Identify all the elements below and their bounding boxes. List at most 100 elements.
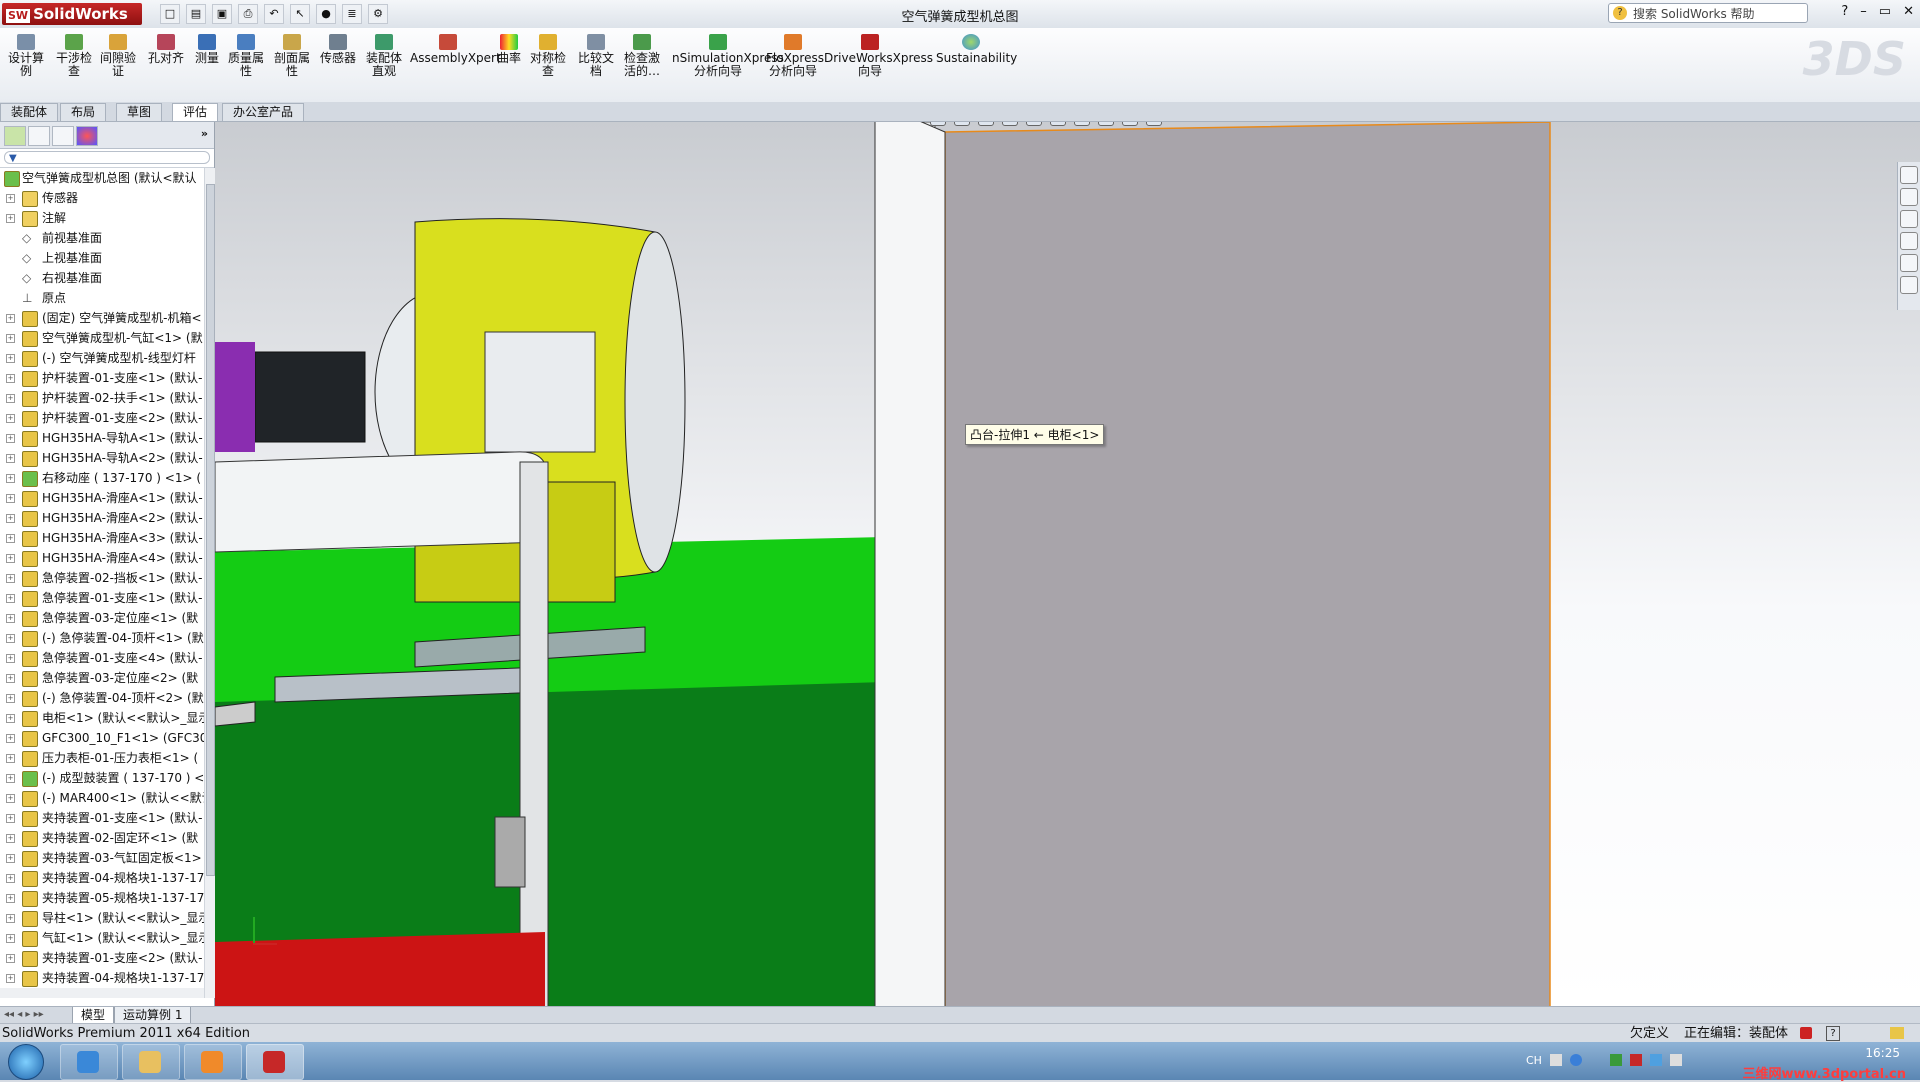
solidworks-resources-icon[interactable] [1900, 166, 1918, 184]
tree-item[interactable]: + 急停装置-01-支座<4> (默认- [0, 648, 204, 668]
expand-toggle-icon[interactable]: + [6, 794, 15, 803]
tree-item[interactable]: + HGH35HA-导轨A<1> (默认- [0, 428, 204, 448]
tab-motion-study-1[interactable]: 运动算例 1 [114, 1007, 192, 1024]
language-indicator[interactable]: CH [1526, 1054, 1542, 1067]
taskbar-file-explorer[interactable] [122, 1044, 180, 1080]
expand-toggle-icon[interactable]: + [6, 934, 15, 943]
tree-item[interactable]: + HGH35HA-滑座A<3> (默认- [0, 528, 204, 548]
tree-item[interactable]: + 夹持装置-01-支座<2> (默认- [0, 948, 204, 968]
tree-item[interactable]: + HGH35HA-滑座A<2> (默认- [0, 508, 204, 528]
custom-properties-icon[interactable] [1900, 276, 1918, 294]
graphics-viewport[interactable]: – ▭ ✕ 凸台-拉伸1 ← 电柜<1> [215, 122, 1920, 1006]
expand-toggle-icon[interactable]: + [6, 334, 15, 343]
view-orientation-icon[interactable] [1026, 122, 1042, 126]
hide-show-icon[interactable] [1074, 122, 1090, 126]
tree-item[interactable]: +◇右视基准面 [0, 268, 204, 288]
expand-toggle-icon[interactable]: + [6, 674, 15, 683]
symmetry-check-button[interactable]: 对称检查 [528, 34, 568, 78]
tree-item[interactable]: + 护杆装置-02-扶手<1> (默认- [0, 388, 204, 408]
tree-item[interactable]: + HGH35HA-导轨A<2> (默认- [0, 448, 204, 468]
tab-model[interactable]: 模型 [72, 1007, 115, 1024]
restore-button[interactable]: ▭ [1879, 4, 1891, 19]
expand-toggle-icon[interactable]: + [6, 634, 15, 643]
tree-item[interactable]: + (-) 急停装置-04-顶杆<1> (默 [0, 628, 204, 648]
tab-office-products[interactable]: 办公室产品 [222, 103, 305, 121]
tree-item[interactable]: + 传感器 [0, 188, 204, 208]
expand-toggle-icon[interactable]: + [6, 214, 15, 223]
tree-item[interactable]: + 气缸<1> (默认<<默认>_显示 [0, 928, 204, 948]
minimize-button[interactable]: – [1860, 4, 1867, 19]
expand-toggle-icon[interactable]: + [6, 854, 15, 863]
expand-toggle-icon[interactable]: + [6, 574, 15, 583]
zoom-to-fit-icon[interactable] [930, 122, 946, 126]
expand-toggle-icon[interactable]: + [6, 734, 15, 743]
expand-toggle-icon[interactable]: + [6, 354, 15, 363]
apply-scene-icon[interactable] [1122, 122, 1138, 126]
solidworks-tray-icon[interactable] [1630, 1054, 1642, 1066]
expand-toggle-icon[interactable]: + [6, 874, 15, 883]
tree-item[interactable]: + 夹持装置-01-支座<1> (默认- [0, 808, 204, 828]
expand-toggle-icon[interactable]: + [6, 514, 15, 523]
tree-item[interactable]: + (固定) 空气弹簧成型机-机箱< [0, 308, 204, 328]
sensor-button[interactable]: 传感器 [318, 34, 358, 65]
feature-manager-tab-icon[interactable] [4, 126, 26, 146]
expand-toggle-icon[interactable]: + [6, 774, 15, 783]
tree-item[interactable]: + HGH35HA-滑座A<1> (默认- [0, 488, 204, 508]
expand-toggle-icon[interactable]: + [6, 194, 15, 203]
tree-item[interactable]: +◇上视基准面 [0, 248, 204, 268]
compare-documents-button[interactable]: 比较文档 [576, 34, 616, 78]
scrollbar-thumb[interactable] [206, 184, 215, 876]
driveworksxpress-button[interactable]: DriveWorksXpress 向导 [824, 34, 933, 78]
expand-toggle-icon[interactable]: + [6, 494, 15, 503]
tree-item[interactable]: + 护杆装置-01-支座<2> (默认- [0, 408, 204, 428]
tree-item[interactable]: + (-) MAR400<1> (默认<<默认 [0, 788, 204, 808]
previous-view-icon[interactable] [978, 122, 994, 126]
expand-toggle-icon[interactable]: + [6, 534, 15, 543]
tree-item[interactable]: + 夹持装置-05-规格块1-137-17 [0, 888, 204, 908]
tree-item[interactable]: + 夹持装置-03-气缸固定板<1> [0, 848, 204, 868]
expand-toggle-icon[interactable]: + [6, 414, 15, 423]
expand-toggle-icon[interactable]: + [6, 754, 15, 763]
interference-check-button[interactable]: 干涉检查 [54, 34, 94, 78]
tab-assembly[interactable]: 装配体 [0, 103, 59, 121]
section-properties-button[interactable]: 剖面属性 [272, 34, 312, 78]
expand-toggle-icon[interactable]: + [6, 314, 15, 323]
expand-toggle-icon[interactable]: + [6, 554, 15, 563]
mass-properties-button[interactable]: 质量属性 [226, 34, 266, 78]
tree-item[interactable]: + 电柜<1> (默认<<默认>_显示 [0, 708, 204, 728]
tree-item[interactable]: + 急停装置-03-定位座<1> (默 [0, 608, 204, 628]
tree-item[interactable]: + (-) 急停装置-04-顶杆<2> (默 [0, 688, 204, 708]
keyboard-icon[interactable] [1550, 1054, 1562, 1066]
tab-sketch[interactable]: 草图 [116, 103, 163, 121]
taskbar-solidworks[interactable] [246, 1044, 304, 1080]
appearances-icon[interactable] [1900, 254, 1918, 272]
expand-toggle-icon[interactable]: + [6, 374, 15, 383]
help-tray-icon[interactable] [1570, 1054, 1582, 1066]
viewport-close-button[interactable]: ✕ [1904, 122, 1914, 124]
zoom-area-icon[interactable] [954, 122, 970, 126]
check-active-document-button[interactable]: 检查激活的… [620, 34, 664, 78]
tree-vertical-scrollbar[interactable] [204, 168, 215, 998]
expand-toggle-icon[interactable]: + [6, 714, 15, 723]
tree-item[interactable]: + 护杆装置-01-支座<1> (默认- [0, 368, 204, 388]
help-button[interactable]: ? [1841, 4, 1848, 19]
expand-toggle-icon[interactable]: + [6, 974, 15, 983]
view-settings-icon[interactable] [1146, 122, 1162, 126]
tags-status-icon[interactable] [1890, 1027, 1904, 1039]
property-manager-tab-icon[interactable] [28, 126, 50, 146]
measure-button[interactable]: 测量 [190, 34, 224, 65]
tree-item[interactable]: + 空气弹簧成型机-气缸<1> (默 [0, 328, 204, 348]
tree-item[interactable]: +⊥原点 [0, 288, 204, 308]
design-library-icon[interactable] [1900, 188, 1918, 206]
flag-icon[interactable] [1650, 1054, 1662, 1066]
floxpress-button[interactable]: FloXpress 分析向导 [766, 34, 824, 78]
expand-toggle-icon[interactable]: + [6, 434, 15, 443]
sustainability-button[interactable]: Sustainability [936, 34, 1017, 65]
assembly-visualization-button[interactable]: 装配体直观 [362, 34, 406, 78]
view-palette-icon[interactable] [1900, 232, 1918, 250]
taskbar-media-player[interactable] [184, 1044, 242, 1080]
expand-toggle-icon[interactable]: + [6, 614, 15, 623]
expand-toggle-icon[interactable]: + [6, 834, 15, 843]
help-search-input[interactable]: ? 搜索 SolidWorks 帮助 [1608, 3, 1808, 23]
network-icon[interactable] [1610, 1054, 1622, 1066]
